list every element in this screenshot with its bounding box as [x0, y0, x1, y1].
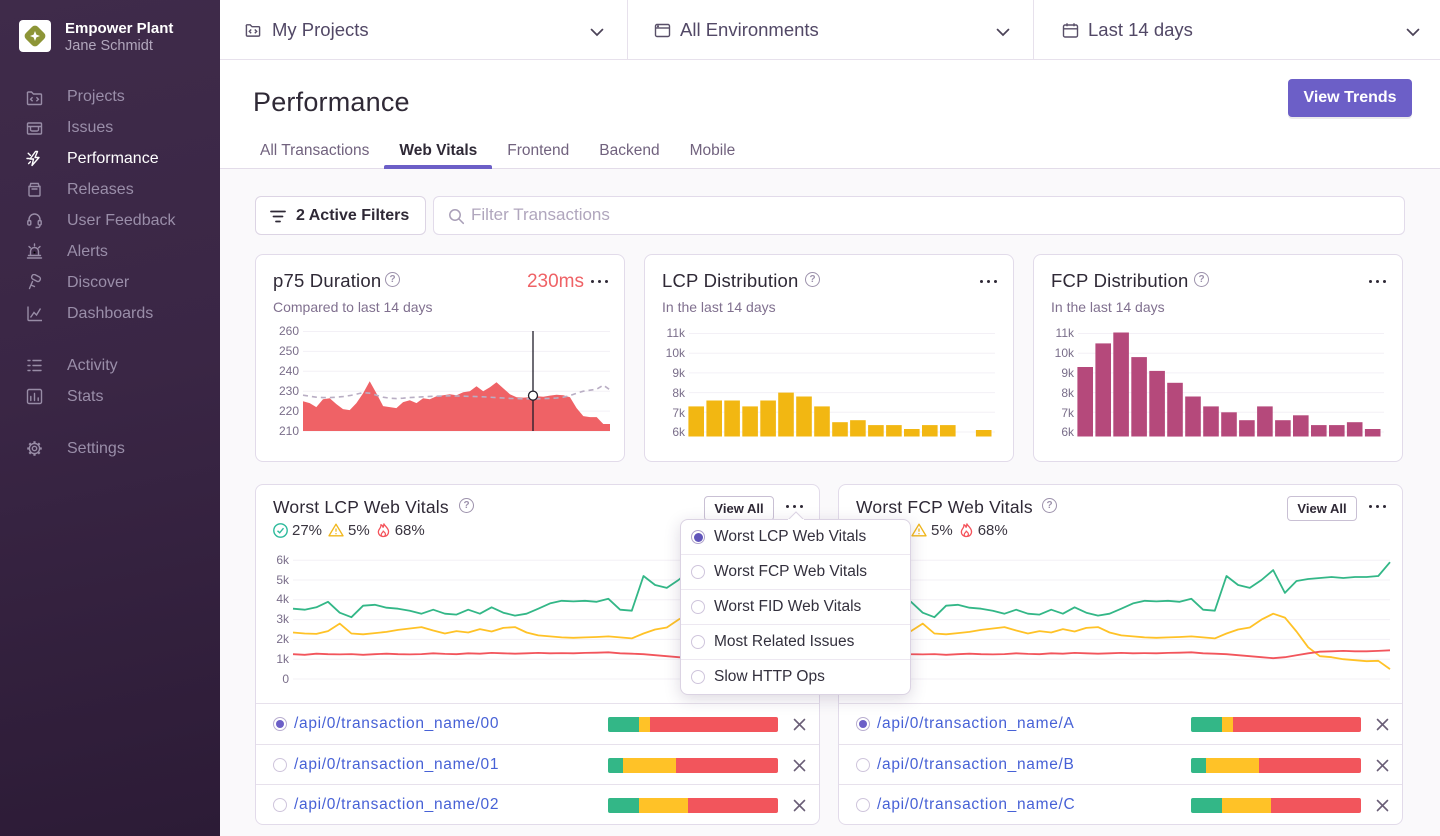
svg-text:11k: 11k	[667, 326, 686, 340]
svg-text:11k: 11k	[1056, 326, 1075, 340]
svg-text:230: 230	[279, 384, 299, 398]
svg-text:10k: 10k	[1055, 346, 1075, 360]
svg-text:240: 240	[279, 364, 299, 378]
svg-text:210: 210	[279, 424, 299, 438]
svg-text:6k: 6k	[1061, 425, 1075, 439]
svg-text:1k: 1k	[276, 652, 290, 666]
svg-text:250: 250	[279, 344, 299, 358]
svg-text:4k: 4k	[276, 592, 290, 606]
svg-text:220: 220	[279, 404, 299, 418]
svg-text:6k: 6k	[276, 553, 290, 567]
svg-text:2k: 2k	[276, 632, 290, 646]
svg-text:7k: 7k	[1061, 406, 1075, 420]
svg-text:3k: 3k	[276, 612, 290, 626]
svg-text:10k: 10k	[666, 346, 686, 360]
svg-text:8k: 8k	[1061, 386, 1075, 400]
svg-text:9k: 9k	[1061, 366, 1075, 380]
svg-text:8k: 8k	[672, 386, 686, 400]
svg-text:6k: 6k	[672, 425, 686, 439]
svg-text:260: 260	[279, 324, 299, 338]
svg-text:0: 0	[282, 672, 289, 686]
svg-text:5k: 5k	[276, 573, 290, 587]
svg-text:7k: 7k	[672, 406, 686, 420]
svg-text:9k: 9k	[672, 366, 686, 380]
